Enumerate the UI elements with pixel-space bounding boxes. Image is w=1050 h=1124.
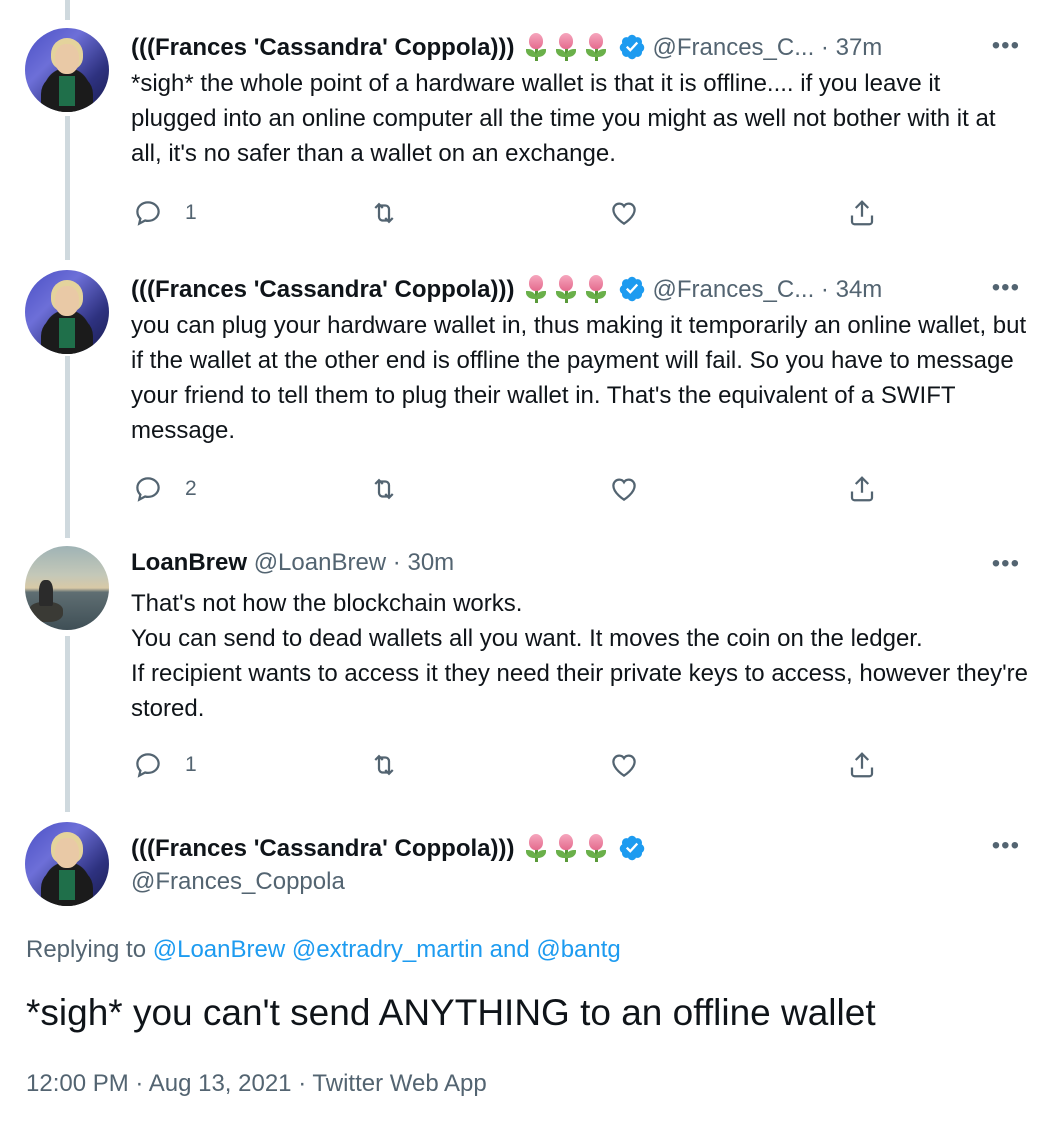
thread-line [65,116,70,260]
tweet-actions: 2 [131,472,931,506]
tulip-emoji-icon [551,832,581,862]
tulip-emoji-icon [521,832,551,862]
verified-badge-icon [618,275,646,303]
avatar[interactable] [25,270,109,354]
main-tweet-text: *sigh* you can't send ANYTHING to an off… [26,992,876,1033]
thread-line [65,356,70,538]
retweet-icon [374,202,394,224]
tweet-meta[interactable]: 12:00 PM · Aug 13, 2021 · Twitter Web Ap… [26,1070,487,1098]
reply-icon [136,753,160,778]
separator: · [392,549,401,576]
tweet-text-line: That's not how the blockchain works. [131,590,523,617]
retweet-button[interactable] [369,748,399,782]
tulip-emoji-icon [551,31,581,61]
separator: · [820,34,829,61]
like-button[interactable] [609,196,639,230]
more-options-icon[interactable]: ••• [992,834,1020,858]
replying-to-label: Replying to [26,936,147,963]
mention-link[interactable]: @bantg [536,936,620,963]
tulip-emoji-icon [521,31,551,61]
handle[interactable]: @Frances_C... [653,276,815,303]
tweet-text: *sigh* the whole point of a hardware wal… [131,70,996,167]
timestamp[interactable]: 37m [836,34,883,61]
verified-badge-icon [618,33,646,61]
tweet-actions: 1 [131,196,931,230]
thread-line [65,0,70,20]
retweet-button[interactable] [369,472,399,506]
handle[interactable]: @LoanBrew [254,549,386,576]
more-options-icon[interactable]: ••• [992,34,1020,58]
avatar[interactable] [25,822,109,906]
display-name[interactable]: (((Frances 'Cassandra' Coppola))) [131,276,514,303]
retweet-button[interactable] [369,196,399,230]
heart-icon [612,202,636,225]
mention-link[interactable]: @extradry_martin [292,936,483,963]
share-icon [850,752,874,778]
tweet-text: That's not how the blockchain works. You… [131,586,1031,726]
tweet-text-line: If recipient wants to access it they nee… [131,660,1029,722]
verified-badge-icon [618,834,646,862]
replying-to: Replying to @LoanBrew @extradry_martin a… [26,936,621,964]
display-name[interactable]: LoanBrew [131,549,247,576]
reply-count: 1 [185,201,197,224]
display-name[interactable]: (((Frances 'Cassandra' Coppola))) [131,835,514,862]
like-button[interactable] [609,748,639,782]
replying-and: and [489,936,530,963]
thread-line [65,636,70,812]
avatar[interactable] [25,28,109,112]
separator: · [820,276,829,303]
handle[interactable]: @Frances_Coppola [131,868,1030,896]
tulip-emoji-icon [581,273,611,303]
more-options-icon[interactable]: ••• [992,552,1020,576]
tweet-header: LoanBrew @LoanBrew · 30m [131,549,1030,577]
reply-icon [136,477,160,502]
reply-button[interactable]: 1 [133,748,197,782]
more-options-icon[interactable]: ••• [992,276,1020,300]
like-button[interactable] [609,472,639,506]
tulip-emoji-icon [551,273,581,303]
avatar[interactable] [25,546,109,630]
reply-count: 1 [185,753,197,776]
display-name[interactable]: (((Frances 'Cassandra' Coppola))) [131,34,514,61]
share-icon [850,476,874,502]
reply-button[interactable]: 2 [133,472,197,506]
tweet-text: you can plug your hardware wallet in, th… [131,312,1027,444]
share-button[interactable] [847,472,877,506]
reply-button[interactable]: 1 [133,196,197,230]
share-icon [850,200,874,226]
heart-icon [612,478,636,501]
retweet-icon [374,478,394,500]
tweet-header: (((Frances 'Cassandra' Coppola))) @Franc… [131,273,1030,304]
reply-icon [136,201,160,226]
timestamp[interactable]: 34m [836,276,883,303]
tweet-text-line: You can send to dead wallets all you wan… [131,625,923,652]
timestamp[interactable]: 30m [407,549,454,576]
tulip-emoji-icon [521,273,551,303]
tweet-actions: 1 [131,748,931,782]
tweet-header: (((Frances 'Cassandra' Coppola))) [131,832,1030,863]
share-button[interactable] [847,748,877,782]
reply-count: 2 [185,477,197,500]
heart-icon [612,754,636,777]
mention-link[interactable]: @LoanBrew [153,936,285,963]
handle[interactable]: @Frances_C... [653,34,815,61]
tulip-emoji-icon [581,31,611,61]
tweet-header: (((Frances 'Cassandra' Coppola))) @Franc… [131,31,1030,62]
tulip-emoji-icon [581,832,611,862]
share-button[interactable] [847,196,877,230]
retweet-icon [374,754,394,776]
